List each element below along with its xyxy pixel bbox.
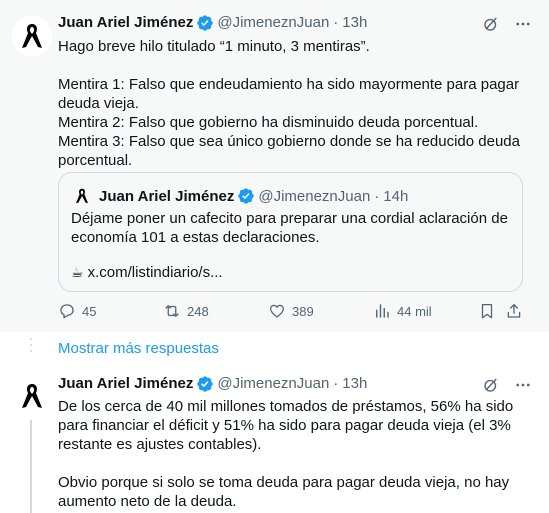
- more-icon[interactable]: [514, 376, 532, 398]
- tweet-text: De los cerca de 40 mil millones tomados …: [58, 398, 514, 510]
- thread-dots: [30, 338, 32, 356]
- thread-line: [30, 420, 32, 513]
- black-ribbon-icon: [76, 188, 88, 204]
- more-icon[interactable]: [514, 15, 532, 37]
- quoted-header: Juan Ariel Jiménez @JimeneznJuan · 14h: [71, 185, 408, 207]
- views-icon: [376, 304, 389, 318]
- coffee-icon: ☕: [71, 264, 84, 280]
- heart-icon: [269, 304, 285, 318]
- quoted-author-handle: @JimeneznJuan: [258, 187, 371, 205]
- bookmark-icon: [481, 303, 493, 319]
- thread-dot: [30, 338, 32, 340]
- quoted-timestamp: 14h: [383, 187, 409, 205]
- timestamp[interactable]: 13h: [342, 13, 367, 33]
- separator-dot: ·: [333, 375, 339, 392]
- verified-badge-icon: [237, 187, 255, 205]
- repost-icon: [165, 305, 179, 317]
- quoted-tweet[interactable]: Juan Ariel Jiménez @JimeneznJuan · 14h D…: [58, 172, 523, 292]
- thread-dot: [30, 350, 32, 352]
- separator-dot: ·: [374, 187, 380, 205]
- grok-icon[interactable]: [482, 15, 500, 37]
- avatar[interactable]: [12, 376, 52, 416]
- quoted-author-name: Juan Ariel Jiménez: [99, 187, 235, 205]
- tweet-actions: 45 248 389 44 mil: [58, 302, 523, 322]
- tweet-top-icons: [482, 376, 532, 398]
- show-more-replies-link[interactable]: Mostrar más respuestas: [58, 339, 219, 359]
- quoted-avatar: [71, 185, 93, 207]
- black-ribbon-icon: [22, 384, 42, 408]
- quoted-text: Déjame poner un cafecito para preparar u…: [71, 210, 513, 246]
- separator-dot: ·: [333, 14, 339, 31]
- like-count: 389: [292, 303, 314, 319]
- tweet-header: Juan Ariel Jiménez @JimeneznJuan · 13h: [58, 374, 367, 394]
- tweet-top-icons: [482, 15, 532, 37]
- reply-icon: [60, 304, 74, 319]
- share-button[interactable]: [505, 302, 529, 320]
- quoted-link-text: x.com/listindiario/s...: [87, 264, 223, 281]
- author-name[interactable]: Juan Ariel Jiménez: [58, 374, 193, 394]
- share-icon: [507, 303, 521, 318]
- views-count: 44 mil: [397, 303, 432, 319]
- avatar[interactable]: [12, 16, 52, 56]
- author-handle[interactable]: @JimeneznJuan: [217, 374, 329, 394]
- grok-icon[interactable]: [482, 376, 500, 398]
- timestamp[interactable]: 13h: [342, 374, 367, 394]
- black-ribbon-icon: [22, 24, 42, 48]
- author-name[interactable]: Juan Ariel Jiménez: [58, 13, 193, 33]
- reply-button[interactable]: 45: [58, 302, 96, 320]
- like-button[interactable]: 389: [268, 302, 314, 320]
- author-handle[interactable]: @JimeneznJuan: [217, 13, 329, 33]
- repost-count: 248: [187, 303, 209, 319]
- tweet-1[interactable]: Juan Ariel Jiménez @JimeneznJuan · 13h H…: [0, 0, 549, 332]
- tweet-text: Hago breve hilo titulado “1 minuto, 3 me…: [58, 38, 520, 169]
- bookmark-button[interactable]: [478, 302, 502, 320]
- verified-badge-icon: [196, 14, 214, 32]
- views-button[interactable]: 44 mil: [373, 302, 432, 320]
- quoted-link[interactable]: ☕ x.com/listindiario/s...: [71, 263, 223, 282]
- reply-count: 45: [82, 303, 97, 319]
- thread-dot: [30, 344, 32, 346]
- verified-badge-icon: [196, 375, 214, 393]
- tweet-2[interactable]: Juan Ariel Jiménez @JimeneznJuan · 13h D…: [0, 364, 549, 513]
- repost-button[interactable]: 248: [163, 302, 209, 320]
- tweet-header: Juan Ariel Jiménez @JimeneznJuan · 13h: [58, 13, 367, 33]
